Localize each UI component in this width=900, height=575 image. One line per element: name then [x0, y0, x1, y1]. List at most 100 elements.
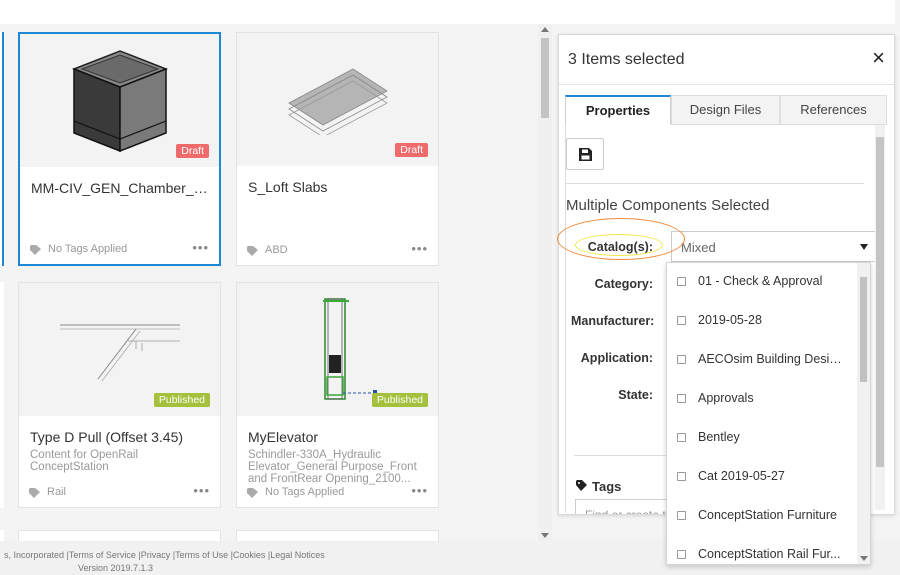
dropdown-option[interactable]: ConceptStation Rail Fur... — [667, 536, 859, 564]
panel-title: 3 Items selected — [568, 51, 685, 68]
option-label: ConceptStation Furniture — [698, 508, 837, 522]
status-badge: Published — [153, 393, 210, 407]
section-title: Multiple Components Selected — [566, 197, 770, 214]
dropdown-option[interactable]: Cat 2019-05-27 — [667, 458, 859, 497]
state-label: State: — [618, 388, 653, 402]
panel-tabs: Properties Design Files References — [565, 95, 887, 125]
save-icon — [579, 148, 592, 161]
more-options-icon[interactable]: ••• — [192, 240, 209, 255]
checkbox[interactable] — [677, 394, 686, 403]
checkbox[interactable] — [677, 550, 686, 559]
save-button[interactable] — [566, 138, 604, 170]
slabs-image — [287, 68, 388, 135]
tag-icon — [247, 488, 258, 498]
option-label: Cat 2019-05-27 — [698, 469, 785, 483]
pull-image — [59, 324, 180, 381]
elevator-image — [322, 297, 377, 400]
scroll-down-icon[interactable] — [541, 533, 549, 538]
option-label: 2019-05-28 — [698, 313, 762, 327]
header-divider — [559, 84, 894, 85]
catalogs-dropdown: 01 - Check & Approval 2019-05-28 AECOsim… — [666, 262, 871, 565]
checkbox[interactable] — [677, 511, 686, 520]
version-text: Version 2019.7.1.3 — [78, 563, 154, 573]
partial-card-left[interactable] — [0, 530, 4, 541]
more-options-icon[interactable]: ••• — [193, 483, 210, 498]
partial-card-left[interactable] — [0, 282, 4, 508]
dropdown-option[interactable]: AECOsim Building Desig... — [667, 341, 859, 380]
tab-design-files[interactable]: Design Files — [671, 95, 780, 125]
dropdown-option[interactable]: ConceptStation Furniture — [667, 497, 859, 536]
tab-references[interactable]: References — [780, 95, 887, 125]
more-options-icon[interactable]: ••• — [411, 483, 428, 498]
component-card[interactable] — [236, 530, 439, 541]
card-tags: Rail — [47, 486, 66, 498]
application-label: Application: — [580, 351, 653, 365]
dropdown-option[interactable]: Approvals — [667, 380, 859, 419]
more-options-icon[interactable]: ••• — [411, 241, 428, 256]
tag-icon — [576, 480, 587, 491]
card-title[interactable]: S_Loft Slabs — [248, 179, 430, 195]
tag-icon — [29, 488, 40, 498]
scrollbar-thumb[interactable] — [860, 277, 867, 382]
caret-down-icon — [860, 244, 868, 250]
tags-label: Tags — [592, 479, 622, 494]
option-label: ConceptStation Rail Fur... — [698, 547, 841, 561]
card-description: Schindler-330A_Hydraulic Elevator_Genera… — [248, 449, 417, 485]
scrollbar-thumb[interactable] — [876, 137, 884, 467]
scrollbar-thumb[interactable] — [541, 38, 549, 118]
scroll-down-icon[interactable] — [860, 556, 868, 561]
component-card[interactable]: Published Type D Pull (Offset 3.45) Cont… — [18, 282, 221, 508]
component-grid: Draft MM-CIV_GEN_Chamber_Va... No Tags A… — [0, 24, 537, 541]
card-footer: No Tags Applied ••• — [30, 240, 209, 257]
option-label: Approvals — [698, 391, 754, 405]
dropdown-scrollbar[interactable] — [857, 263, 870, 564]
manufacturer-label: Manufacturer: — [571, 314, 655, 328]
card-thumbnail: Draft — [237, 33, 438, 166]
card-footer: Rail ••• — [29, 483, 210, 500]
component-card[interactable]: Published MyElevator Schindler-330A_Hydr… — [236, 282, 439, 508]
catalogs-select[interactable]: Mixed — [671, 231, 878, 262]
category-label: Category: — [594, 277, 653, 291]
card-title[interactable]: MM-CIV_GEN_Chamber_Va... — [31, 180, 211, 196]
scroll-up-icon[interactable] — [541, 27, 549, 32]
card-footer: ABD ••• — [247, 241, 428, 258]
card-thumbnail: Published — [237, 283, 438, 416]
tag-icon — [247, 246, 258, 256]
option-label: AECOsim Building Desig... — [698, 352, 843, 366]
card-description: Content for OpenRail ConceptStation — [30, 449, 139, 473]
dropdown-option[interactable]: Bentley — [667, 419, 859, 458]
close-icon[interactable]: × — [872, 47, 885, 69]
top-strip — [0, 0, 895, 24]
divider — [566, 183, 864, 184]
partial-card-left[interactable] — [0, 32, 4, 266]
component-card[interactable]: Draft MM-CIV_GEN_Chamber_Va... No Tags A… — [18, 32, 221, 266]
checkbox[interactable] — [677, 316, 686, 325]
card-thumbnail: Draft — [20, 34, 219, 167]
panel-scrollbar[interactable] — [875, 125, 885, 510]
catalogs-value: Mixed — [681, 240, 716, 255]
grid-scrollbar[interactable] — [538, 24, 552, 541]
dropdown-option[interactable]: 01 - Check & Approval — [667, 263, 859, 302]
checkbox[interactable] — [677, 277, 686, 286]
component-card[interactable]: Draft S_Loft Slabs ABD ••• — [236, 32, 439, 266]
option-label: 01 - Check & Approval — [698, 274, 823, 288]
footer-links[interactable]: s, Incorporated |Terms of Service |Priva… — [4, 550, 325, 560]
component-card[interactable] — [18, 530, 221, 541]
status-badge: Draft — [395, 143, 428, 157]
checkbox[interactable] — [677, 433, 686, 442]
card-tags: No Tags Applied — [48, 243, 128, 255]
checkbox[interactable] — [677, 472, 686, 481]
card-footer: No Tags Applied ••• — [247, 483, 428, 500]
checkbox[interactable] — [677, 355, 686, 364]
tab-properties[interactable]: Properties — [565, 95, 671, 125]
tag-icon — [30, 245, 41, 255]
option-label: Bentley — [698, 430, 740, 444]
catalogs-label: Catalog(s): — [587, 240, 653, 254]
card-title[interactable]: Type D Pull (Offset 3.45) — [30, 429, 212, 445]
card-tags: ABD — [265, 244, 288, 256]
card-title[interactable]: MyElevator — [248, 429, 430, 445]
status-badge: Published — [371, 393, 428, 407]
dropdown-option[interactable]: 2019-05-28 — [667, 302, 859, 341]
status-badge: Draft — [176, 144, 209, 158]
card-tags: No Tags Applied — [265, 486, 345, 498]
